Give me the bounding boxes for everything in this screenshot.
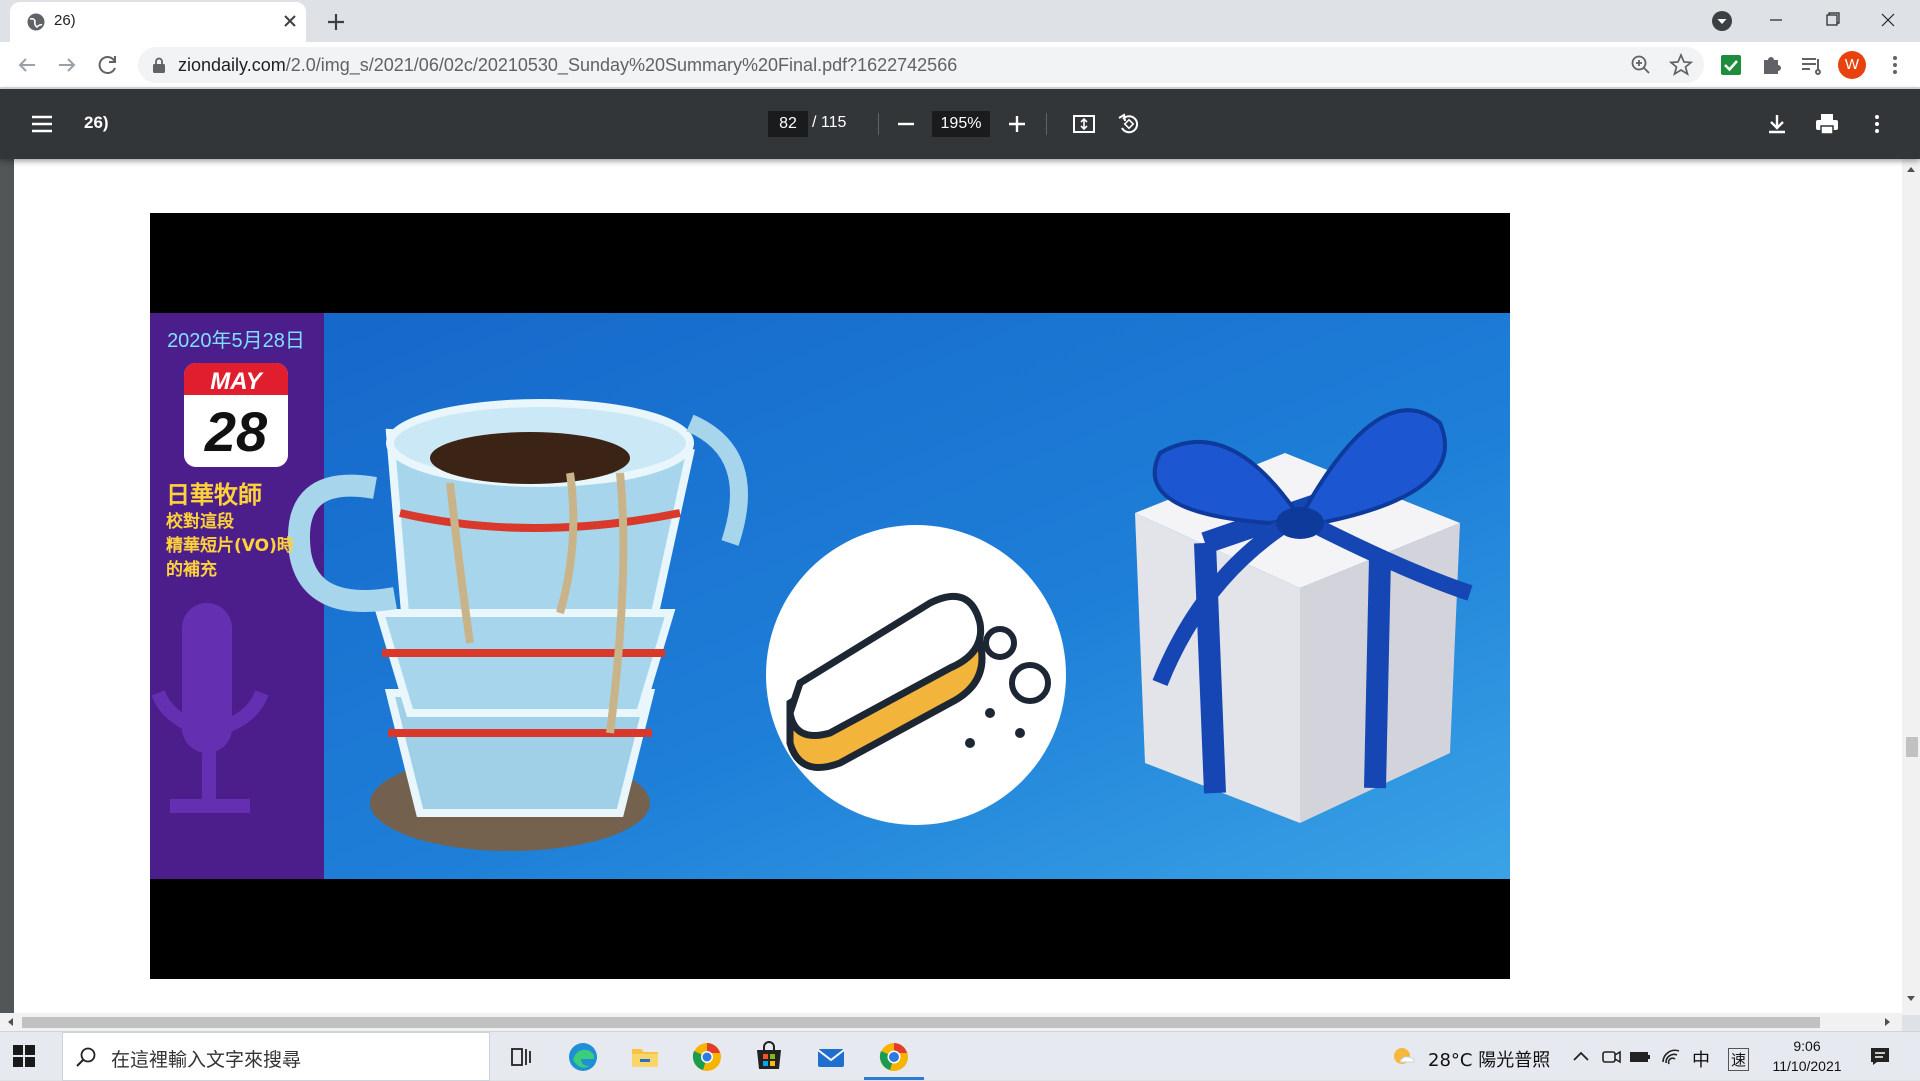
more-options-icon[interactable] xyxy=(1863,110,1891,138)
clock-date: 11/10/2021 xyxy=(1772,1058,1842,1074)
page-total: / 115 xyxy=(812,114,847,131)
edge-browser-icon[interactable] xyxy=(566,1040,600,1074)
chrome-taskbar-icon[interactable] xyxy=(877,1040,911,1074)
windows-taskbar: 在這裡輸入文字來搜尋 28°C 陽光普照 中 速 9:06 11/10/2021 xyxy=(0,1031,1920,1081)
rotate-icon[interactable] xyxy=(1115,110,1143,138)
calendar-month: MAY xyxy=(210,368,264,395)
system-clock[interactable]: 9:06 11/10/2021 xyxy=(1762,1036,1852,1076)
zoom-in-icon[interactable] xyxy=(1003,110,1031,138)
tab-strip: 26) xyxy=(0,0,1920,42)
zoom-icon[interactable] xyxy=(1628,52,1654,78)
gift-box-graphic xyxy=(1135,408,1473,823)
horizontal-scrollbar[interactable] xyxy=(0,1013,1902,1031)
mail-icon[interactable] xyxy=(814,1040,848,1074)
battery-icon[interactable] xyxy=(1628,1046,1652,1068)
extensions-puzzle-icon[interactable] xyxy=(1756,50,1786,80)
wifi-icon[interactable] xyxy=(1660,1046,1682,1068)
hamburger-menu-icon[interactable] xyxy=(28,111,56,137)
scroll-right-icon[interactable] xyxy=(1884,1017,1892,1027)
chrome-menu-icon[interactable] xyxy=(1880,50,1910,80)
browser-toolbar: ziondaily.com/2.0/img_s/2021/06/02c/2021… xyxy=(0,42,1920,88)
windows-start-icon[interactable] xyxy=(12,1044,36,1068)
weather-text[interactable]: 28°C 陽光普照 xyxy=(1428,1046,1550,1072)
file-explorer-icon[interactable] xyxy=(628,1040,662,1074)
task-view-icon[interactable] xyxy=(503,1040,537,1074)
tab-search-icon[interactable] xyxy=(1710,9,1734,33)
chrome-alt-app-icon[interactable] xyxy=(690,1040,724,1074)
forward-icon[interactable] xyxy=(52,50,82,80)
address-bar[interactable]: ziondaily.com/2.0/img_s/2021/06/02c/2021… xyxy=(138,47,1704,83)
caption-line-1: 日華牧師 xyxy=(166,481,262,509)
search-icon xyxy=(76,1047,96,1067)
toolbar-divider xyxy=(878,113,879,135)
vertical-scroll-thumb[interactable] xyxy=(1906,737,1918,757)
browser-tab[interactable]: 26) xyxy=(10,2,306,42)
url-path: /2.0/img_s/2021/06/02c/20210530_Sunday%2… xyxy=(285,55,958,75)
reload-icon[interactable] xyxy=(93,50,123,80)
scroll-left-icon[interactable] xyxy=(6,1017,14,1027)
minimize-icon[interactable] xyxy=(1748,0,1804,40)
slide-date-text: 2020年5月28日 xyxy=(167,329,305,352)
notification-center-icon[interactable] xyxy=(1868,1044,1892,1068)
vertical-scrollbar[interactable] xyxy=(1902,159,1920,1015)
microsoft-store-icon[interactable] xyxy=(752,1040,786,1074)
profile-avatar[interactable]: W xyxy=(1838,51,1866,79)
pdf-toolbar: 26) 82 / 115 195% xyxy=(0,89,1920,159)
clock-time: 9:06 xyxy=(1793,1038,1821,1054)
document-title: 26) xyxy=(84,113,109,132)
calendar-day: 28 xyxy=(204,400,268,463)
url-text[interactable]: ziondaily.com/2.0/img_s/2021/06/02c/2021… xyxy=(178,55,957,76)
extension-check-icon[interactable] xyxy=(1716,50,1746,80)
scroll-down-icon[interactable] xyxy=(1906,995,1916,1003)
pdf-viewer[interactable]: 2020年5月28日 MAY 28 日華牧師 校對這段 精華短片(VO)時 的補… xyxy=(0,159,1920,1015)
taskbar-search-box[interactable]: 在這裡輸入文字來搜尋 xyxy=(62,1032,490,1081)
caption-line-3: 精華短片(VO)時 xyxy=(166,535,294,556)
pdf-page: 2020年5月28日 MAY 28 日華牧師 校對這段 精華短片(VO)時 的補… xyxy=(14,159,1902,1015)
slide-image: 2020年5月28日 MAY 28 日華牧師 校對這段 精華短片(VO)時 的補… xyxy=(150,213,1510,979)
ime-language[interactable]: 中 xyxy=(1692,1046,1710,1072)
url-host: ziondaily.com xyxy=(178,55,286,75)
show-hidden-icons-chevron[interactable] xyxy=(1570,1046,1592,1068)
back-icon[interactable] xyxy=(12,50,42,80)
sponge-icon xyxy=(766,525,1066,825)
horizontal-scroll-thumb[interactable] xyxy=(22,1017,1820,1028)
toolbar-divider xyxy=(1046,113,1047,135)
scroll-up-icon[interactable] xyxy=(1906,165,1916,173)
lock-icon[interactable] xyxy=(152,57,166,73)
bookmark-star-icon[interactable] xyxy=(1668,52,1694,78)
close-tab-icon[interactable] xyxy=(278,9,302,33)
reading-list-icon[interactable] xyxy=(1796,50,1826,80)
page-number-input[interactable]: 82 xyxy=(768,111,808,137)
caption-line-2: 校對這段 xyxy=(166,511,234,532)
ime-mode[interactable]: 速 xyxy=(1728,1048,1750,1071)
tab-title: 26) xyxy=(54,12,76,29)
search-placeholder: 在這裡輸入文字來搜尋 xyxy=(111,1049,302,1071)
zoom-level-input[interactable]: 195% xyxy=(932,111,990,137)
new-tab-icon[interactable] xyxy=(322,8,350,36)
restore-icon[interactable] xyxy=(1804,0,1860,40)
zoom-out-icon[interactable] xyxy=(892,110,920,138)
meet-now-icon[interactable] xyxy=(1600,1046,1622,1068)
download-icon[interactable] xyxy=(1763,110,1791,138)
print-icon[interactable] xyxy=(1813,110,1841,138)
slide-artwork: 2020年5月28日 MAY 28 日華牧師 校對這段 精華短片(VO)時 的補… xyxy=(150,313,1510,879)
weather-sun-icon[interactable] xyxy=(1390,1042,1418,1070)
close-window-icon[interactable] xyxy=(1860,0,1916,40)
caption-line-4: 的補充 xyxy=(166,559,217,580)
globe-icon xyxy=(27,13,45,31)
fit-page-icon[interactable] xyxy=(1070,110,1098,138)
